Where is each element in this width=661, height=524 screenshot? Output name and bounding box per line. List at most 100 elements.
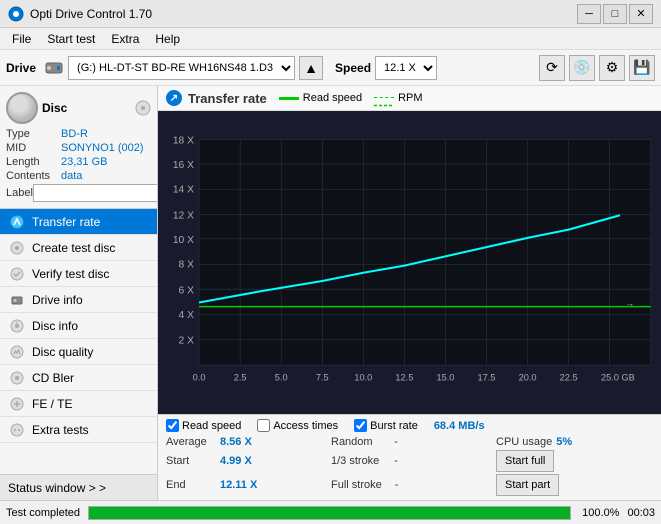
stats-start-full-cell: Start full (496, 450, 653, 472)
titlebar: Opti Drive Control 1.70 ─ □ ✕ (0, 0, 661, 28)
disc-contents-value: data (61, 170, 151, 182)
nav-item-verify-test-disc[interactable]: Verify test disc (0, 261, 157, 287)
disc-mid-value: SONYNO1 (002) (61, 142, 151, 154)
disc-panel: Disc Type BD-R MID SONYNO1 (002) Length (0, 86, 157, 209)
stats-1-3-stroke-label: 1/3 stroke (331, 455, 381, 467)
legend-rpm-label: RPM (398, 92, 422, 104)
chart-title: Transfer rate (188, 91, 267, 106)
start-part-button[interactable]: Start part (496, 474, 559, 496)
speed-label: Speed (335, 61, 371, 75)
stats-end-label: End (166, 479, 216, 491)
legend-rpm: RPM (374, 92, 422, 104)
refresh-button[interactable]: ⟳ (539, 55, 565, 81)
disc-label-input[interactable] (33, 184, 158, 202)
menu-extra[interactable]: Extra (103, 28, 147, 50)
stats-average-cell: Average 8.56 X (166, 436, 323, 448)
svg-text:18 X: 18 X (173, 135, 194, 146)
burst-rate-checkbox[interactable] (354, 419, 367, 432)
chart-header: ↗ Transfer rate Read speed RPM (158, 86, 661, 111)
stats-random-value: - (385, 436, 398, 448)
svg-text:4 X: 4 X (179, 310, 195, 321)
save-button[interactable]: 💾 (629, 55, 655, 81)
access-times-checkbox-text: Access times (273, 420, 338, 432)
stats-start-value: 4.99 X (220, 455, 255, 467)
svg-text:i: i (17, 320, 18, 325)
stats-average-value: 8.56 X (220, 436, 255, 448)
stats-random-cell: Random - (331, 436, 488, 448)
nav-item-disc-quality[interactable]: Disc quality (0, 339, 157, 365)
stats-full-stroke-cell: Full stroke - (331, 474, 488, 496)
burst-rate-checkbox-text: Burst rate (370, 420, 418, 432)
window-title: Opti Drive Control 1.70 (30, 7, 577, 21)
disc-type-label: Type (6, 128, 61, 140)
read-speed-checkbox[interactable] (166, 419, 179, 432)
stats-cpu-value: 5% (556, 436, 591, 448)
svg-text:20.0: 20.0 (519, 373, 537, 383)
disc-info-icon: i (8, 317, 26, 335)
statusbar: Test completed 100.0% 00:03 (0, 500, 661, 524)
access-times-checkbox[interactable] (257, 419, 270, 432)
nav-verify-test-disc-label: Verify test disc (32, 267, 109, 281)
svg-text:10.0: 10.0 (354, 373, 372, 383)
settings-button[interactable]: ⚙ (599, 55, 625, 81)
progress-bar-container (88, 506, 571, 520)
statusbar-percent: 100.0% (579, 507, 619, 519)
nav-disc-info-label: Disc info (32, 319, 78, 333)
speed-select[interactable]: 12.1 X (375, 56, 437, 80)
nav-item-fe-te[interactable]: FE / TE (0, 391, 157, 417)
svg-text:10 X: 10 X (173, 235, 194, 246)
create-test-disc-icon (8, 239, 26, 257)
minimize-button[interactable]: ─ (577, 4, 601, 24)
window-controls: ─ □ ✕ (577, 4, 653, 24)
drive-select[interactable]: (G:) HL-DT-ST BD-RE WH16NS48 1.D3 (68, 56, 295, 80)
svg-text:→: → (625, 299, 634, 309)
svg-text:15.0: 15.0 (436, 373, 454, 383)
disc-length-row: Length 23,31 GB (6, 156, 151, 168)
nav-item-drive-info[interactable]: Drive info (0, 287, 157, 313)
stats-1-3-stroke-cell: 1/3 stroke - (331, 450, 488, 472)
close-button[interactable]: ✕ (629, 4, 653, 24)
disc-label-row: Label 🔍 (6, 184, 151, 202)
chart-legend: Read speed RPM (279, 92, 423, 104)
disc-length-value: 23,31 GB (61, 156, 151, 168)
stats-start-label: Start (166, 455, 216, 467)
nav-item-transfer-rate[interactable]: Transfer rate (0, 209, 157, 235)
stats-cpu-cell: CPU usage 5% (496, 436, 653, 448)
nav-item-extra-tests[interactable]: Extra tests (0, 417, 157, 443)
menu-file[interactable]: File (4, 28, 39, 50)
menu-start-test[interactable]: Start test (39, 28, 103, 50)
drive-label: Drive (6, 61, 36, 75)
sidebar: Disc Type BD-R MID SONYNO1 (002) Length (0, 86, 158, 500)
nav-item-cd-bler[interactable]: CD Bler (0, 365, 157, 391)
stats-cpu-label: CPU usage (496, 436, 552, 448)
read-speed-checkbox-text: Read speed (182, 420, 241, 432)
disc-contents-label: Contents (6, 170, 61, 182)
nav-item-create-test-disc[interactable]: Create test disc (0, 235, 157, 261)
legend-read-speed-label: Read speed (303, 92, 362, 104)
stats-full-stroke-value: - (386, 479, 399, 491)
access-times-checkbox-label[interactable]: Access times (257, 419, 338, 432)
svg-text:6 X: 6 X (179, 285, 195, 296)
legend-read-speed: Read speed (279, 92, 362, 104)
stats-average-label: Average (166, 436, 216, 448)
statusbar-text: Test completed (6, 507, 80, 519)
drive-icon (44, 58, 64, 78)
nav-transfer-rate-label: Transfer rate (32, 215, 100, 229)
menu-help[interactable]: Help (147, 28, 188, 50)
disc-mid-label: MID (6, 142, 61, 154)
read-speed-checkbox-label[interactable]: Read speed (166, 419, 241, 432)
app-icon (8, 6, 24, 22)
disc-contents-row: Contents data (6, 170, 151, 182)
burst-rate-checkbox-label[interactable]: Burst rate (354, 419, 418, 432)
maximize-button[interactable]: □ (603, 4, 627, 24)
cd-bler-icon (8, 369, 26, 387)
toolbar: Drive (G:) HL-DT-ST BD-RE WH16NS48 1.D3 … (0, 50, 661, 86)
start-full-button[interactable]: Start full (496, 450, 554, 472)
nav-cd-bler-label: CD Bler (32, 371, 74, 385)
svg-text:16 X: 16 X (173, 160, 194, 171)
svg-text:8 X: 8 X (179, 260, 195, 271)
status-window-button[interactable]: Status window > > (0, 474, 157, 500)
cd-button[interactable]: 💿 (569, 55, 595, 81)
nav-item-disc-info[interactable]: i Disc info (0, 313, 157, 339)
eject-button[interactable]: ▲ (299, 56, 323, 80)
